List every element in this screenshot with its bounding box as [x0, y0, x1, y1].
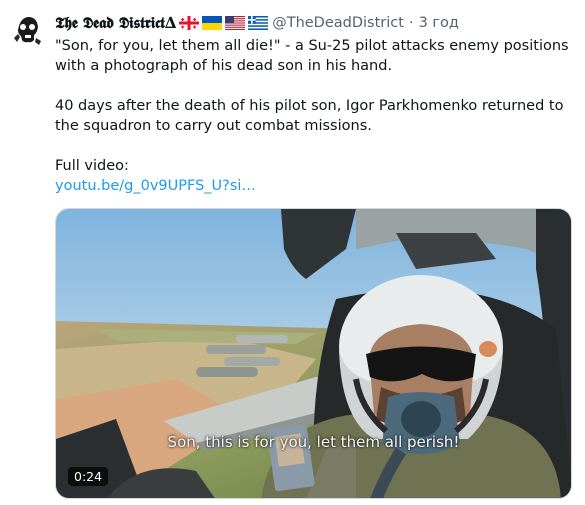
display-name[interactable]: 𝕿𝖍𝖊 𝕯𝖊𝖆𝖉 𝕯𝖎𝖘𝖙𝖗𝖎𝖈𝖙∆: [55, 13, 176, 33]
tweet-paragraph-2: 40 days after the death of his pilot son…: [55, 98, 564, 134]
flag-emojis: [179, 16, 271, 30]
video-frame: [56, 209, 571, 498]
tweet-text: "Son, for you, let them all die!" - a Su…: [55, 36, 575, 196]
author-handle[interactable]: @TheDeadDistrict: [272, 15, 404, 31]
flag-georgia-icon: [179, 16, 200, 30]
tweet[interactable]: 𝕿𝖍𝖊 𝕯𝖊𝖆𝖉 𝕯𝖎𝖘𝖙𝖗𝖎𝖈𝖙∆ @TheDeadDistrict · 3 …: [0, 0, 585, 505]
flag-usa-icon: [225, 16, 246, 30]
flag-greece-icon: [248, 16, 269, 30]
separator-dot: ·: [408, 15, 414, 31]
video-player[interactable]: Son, this is for you, let them all peris…: [55, 208, 572, 499]
flag-ukraine-icon: [202, 16, 223, 30]
avatar[interactable]: [6, 8, 48, 50]
video-link[interactable]: youtu.be/g_0v9UPFS_U?si…: [55, 178, 256, 194]
video-duration: 0:24: [68, 467, 109, 486]
timestamp[interactable]: 3 год: [419, 15, 459, 31]
video-subtitle: Son, this is for you, let them all peris…: [167, 433, 460, 451]
tweet-paragraph-3: Full video:: [55, 158, 129, 174]
tweet-paragraph-1: "Son, for you, let them all die!" - a Su…: [55, 38, 569, 74]
tweet-header: 𝕿𝖍𝖊 𝕯𝖊𝖆𝖉 𝕯𝖎𝖘𝖙𝖗𝖎𝖈𝖙∆ @TheDeadDistrict · 3 …: [55, 11, 459, 35]
